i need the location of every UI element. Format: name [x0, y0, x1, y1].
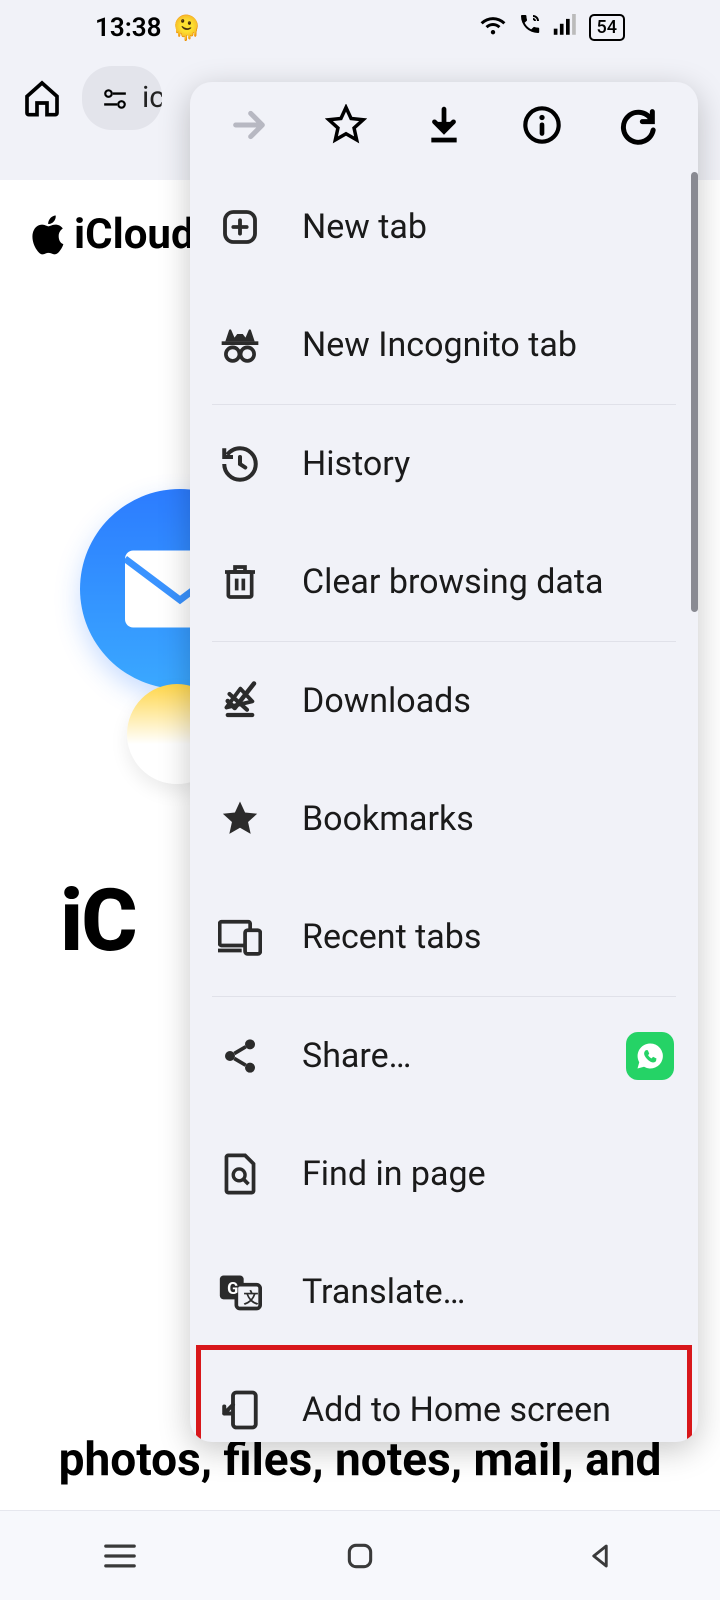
apple-logo-icon: [32, 215, 66, 255]
menu-item-translate[interactable]: G文 Translate…: [204, 1233, 684, 1351]
svg-text:G: G: [227, 1280, 238, 1299]
whatsapp-icon[interactable]: [626, 1032, 674, 1080]
system-navigation-bar: [0, 1510, 720, 1600]
menu-item-new-incognito[interactable]: New Incognito tab: [204, 286, 684, 404]
download-button[interactable]: [422, 103, 466, 147]
trash-icon: [218, 560, 262, 604]
recent-apps-button[interactable]: [100, 1536, 140, 1576]
back-nav-button[interactable]: [580, 1536, 620, 1576]
menu-item-label: New Incognito tab: [302, 325, 674, 365]
devices-icon: [218, 915, 262, 959]
status-bar: 13:38 🫠 54: [0, 0, 720, 55]
wifi-icon: [479, 13, 507, 43]
menu-item-label: Bookmarks: [302, 799, 674, 839]
svg-text:文: 文: [244, 1289, 259, 1307]
site-settings-icon: [102, 85, 128, 111]
menu-item-new-tab[interactable]: New tab: [204, 168, 684, 286]
menu-item-bookmarks[interactable]: Bookmarks: [204, 760, 684, 878]
menu-item-label: Find in page: [302, 1154, 674, 1194]
forward-button[interactable]: [227, 103, 271, 147]
status-emoji: 🫠: [172, 14, 202, 42]
menu-top-actions: [190, 82, 698, 168]
url-text: icl: [142, 80, 162, 115]
menu-item-label: Downloads: [302, 681, 674, 721]
menu-item-label: New tab: [302, 207, 674, 247]
star-filled-icon: [218, 797, 262, 841]
info-button[interactable]: [520, 103, 564, 147]
home-button[interactable]: [22, 78, 62, 118]
wifi-calling-icon: [517, 12, 543, 43]
downloads-icon: [218, 679, 262, 723]
overflow-menu: New tab New Incognito tab History Clear …: [190, 82, 698, 1442]
plus-square-icon: [218, 205, 262, 249]
bookmark-button[interactable]: [324, 103, 368, 147]
menu-item-history[interactable]: History: [204, 405, 684, 523]
history-icon: [218, 442, 262, 486]
menu-item-recent-tabs[interactable]: Recent tabs: [204, 878, 684, 996]
hero-text: iC: [60, 870, 136, 971]
menu-item-label: Share…: [302, 1036, 586, 1076]
share-icon: [218, 1034, 262, 1078]
menu-item-downloads[interactable]: Downloads: [204, 642, 684, 760]
menu-item-find-in-page[interactable]: Find in page: [204, 1115, 684, 1233]
find-in-page-icon: [218, 1152, 262, 1196]
menu-item-label: Clear browsing data: [302, 562, 674, 602]
battery-indicator: 54: [589, 14, 625, 41]
translate-icon: G文: [218, 1270, 262, 1314]
menu-item-clear-data[interactable]: Clear browsing data: [204, 523, 684, 641]
menu-item-label: Translate…: [302, 1272, 674, 1312]
add-to-home-icon: [218, 1388, 262, 1432]
url-bar[interactable]: icl: [82, 66, 162, 130]
menu-item-add-to-home[interactable]: Add to Home screen: [204, 1351, 684, 1442]
status-time: 13:38: [95, 13, 162, 43]
menu-item-share[interactable]: Share…: [204, 997, 684, 1115]
menu-item-label: History: [302, 444, 674, 484]
scroll-indicator: [691, 172, 698, 612]
signal-icon: [553, 13, 579, 43]
menu-item-label: Recent tabs: [302, 917, 674, 957]
menu-item-label: Add to Home screen: [302, 1390, 674, 1430]
incognito-icon: [218, 323, 262, 367]
reload-button[interactable]: [617, 103, 661, 147]
home-nav-button[interactable]: [340, 1536, 380, 1576]
